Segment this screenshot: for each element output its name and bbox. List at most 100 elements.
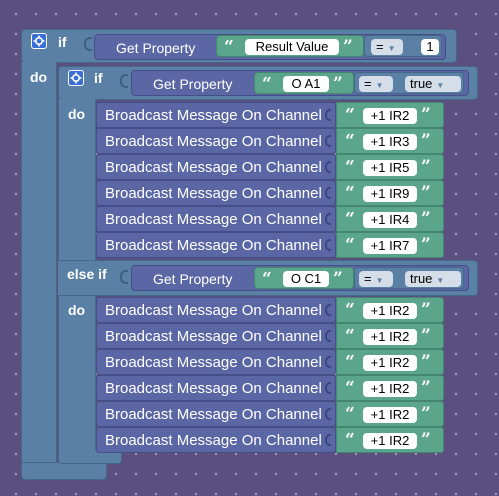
- input-socket: [325, 356, 331, 368]
- broadcast-label: Broadcast Message On Channel: [105, 432, 322, 449]
- broadcast-message-text-10[interactable]: “ +1 IR2”: [336, 375, 444, 401]
- inner-property-name-text-2[interactable]: “ O C1 ”: [254, 267, 354, 289]
- chevron-down-icon: ▼: [375, 81, 384, 90]
- open-quote-icon: “: [262, 269, 272, 289]
- compare-operator-dropdown[interactable]: = ▼: [359, 271, 393, 287]
- open-quote-icon: “: [345, 183, 355, 203]
- message-field[interactable]: +1 IR2: [363, 381, 417, 397]
- outer-property-name-text[interactable]: “ Result Value ”: [216, 35, 364, 57]
- broadcast-block-8[interactable]: Broadcast Message On Channel: [96, 323, 336, 349]
- message-field[interactable]: +1 IR2: [363, 407, 417, 423]
- input-socket: [325, 330, 331, 342]
- broadcast-block-12[interactable]: Broadcast Message On Channel: [96, 427, 336, 453]
- close-quote-icon: ”: [421, 378, 431, 398]
- inner-property-name-text-1[interactable]: “ O A1 ”: [254, 72, 354, 94]
- broadcast-block-4[interactable]: Broadcast Message On Channel: [96, 180, 336, 206]
- outer-if-keyword: if: [58, 34, 67, 50]
- broadcast-label: Broadcast Message On Channel: [105, 133, 322, 150]
- open-quote-icon: “: [345, 105, 355, 125]
- broadcast-message-text-8[interactable]: “ +1 IR2”: [336, 323, 444, 349]
- inner-compare-block-2[interactable]: = ▼ true ▼: [354, 267, 464, 289]
- outer-if-gear-icon[interactable]: [31, 33, 47, 49]
- open-quote-icon: “: [224, 37, 234, 57]
- inner-if-socket: [120, 74, 128, 88]
- compare-value-field[interactable]: 1: [421, 39, 439, 55]
- open-quote-icon: “: [345, 209, 355, 229]
- broadcast-block-11[interactable]: Broadcast Message On Channel: [96, 401, 336, 427]
- value-text: true: [410, 76, 433, 91]
- compare-value-dropdown[interactable]: true ▼: [405, 76, 461, 92]
- message-field[interactable]: +1 IR2: [363, 303, 417, 319]
- message-field[interactable]: +1 IR2: [363, 433, 417, 449]
- broadcast-message-text-6[interactable]: “ +1 IR7”: [336, 232, 444, 258]
- compare-value-dropdown[interactable]: true ▼: [405, 271, 461, 287]
- broadcast-message-text-3[interactable]: “ +1 IR5”: [336, 154, 444, 180]
- chevron-down-icon: ▼: [436, 276, 445, 285]
- input-socket: [325, 408, 331, 420]
- get-property-label: Get Property: [153, 271, 233, 287]
- get-property-label: Get Property: [153, 76, 233, 92]
- inner-compare-block-1[interactable]: = ▼ true ▼: [354, 72, 464, 94]
- inner-if-gear-icon[interactable]: [68, 70, 84, 86]
- close-quote-icon: ”: [343, 37, 353, 57]
- broadcast-label: Broadcast Message On Channel: [105, 185, 322, 202]
- compare-operator-dropdown[interactable]: = ▼: [359, 76, 393, 92]
- message-field[interactable]: +1 IR4: [363, 212, 417, 228]
- close-quote-icon: ”: [421, 300, 431, 320]
- broadcast-message-text-7[interactable]: “ +1 IR2”: [336, 297, 444, 323]
- broadcast-block-9[interactable]: Broadcast Message On Channel: [96, 349, 336, 375]
- outer-compare-block[interactable]: = ▼ 1: [364, 35, 442, 57]
- open-quote-icon: “: [345, 326, 355, 346]
- property-name-field[interactable]: O C1: [283, 271, 329, 287]
- close-quote-icon: ”: [421, 430, 431, 450]
- input-socket: [325, 187, 331, 199]
- operator-value: =: [364, 76, 372, 91]
- broadcast-message-text-2[interactable]: “ +1 IR3”: [336, 128, 444, 154]
- operator-value: =: [364, 271, 372, 286]
- operator-value: =: [376, 39, 384, 54]
- open-quote-icon: “: [345, 352, 355, 372]
- broadcast-label: Broadcast Message On Channel: [105, 302, 322, 319]
- broadcast-message-text-11[interactable]: “ +1 IR2”: [336, 401, 444, 427]
- open-quote-icon: “: [262, 74, 272, 94]
- message-field[interactable]: +1 IR5: [363, 160, 417, 176]
- compare-operator-dropdown[interactable]: = ▼: [371, 39, 403, 55]
- broadcast-block-7[interactable]: Broadcast Message On Channel: [96, 297, 336, 323]
- message-field[interactable]: +1 IR9: [363, 186, 417, 202]
- broadcast-block-3[interactable]: Broadcast Message On Channel: [96, 154, 336, 180]
- input-socket: [325, 239, 331, 251]
- broadcast-message-text-1[interactable]: “ +1 IR2”: [336, 102, 444, 128]
- broadcast-message-text-12[interactable]: “ +1 IR2”: [336, 427, 444, 453]
- close-quote-icon: ”: [333, 74, 343, 94]
- broadcast-block-1[interactable]: Broadcast Message On Channel: [96, 102, 336, 128]
- outer-if-socket: [84, 37, 92, 51]
- broadcast-message-text-5[interactable]: “ +1 IR4”: [336, 206, 444, 232]
- broadcast-message-text-9[interactable]: “ +1 IR2”: [336, 349, 444, 375]
- broadcast-block-6[interactable]: Broadcast Message On Channel: [96, 232, 336, 258]
- outer-if-bottom: [21, 462, 107, 480]
- open-quote-icon: “: [345, 300, 355, 320]
- close-quote-icon: ”: [421, 183, 431, 203]
- open-quote-icon: “: [345, 235, 355, 255]
- message-field[interactable]: +1 IR7: [363, 238, 417, 254]
- broadcast-message-text-4[interactable]: “ +1 IR9”: [336, 180, 444, 206]
- get-property-label: Get Property: [116, 40, 196, 56]
- close-quote-icon: ”: [421, 352, 431, 372]
- broadcast-block-2[interactable]: Broadcast Message On Channel: [96, 128, 336, 154]
- close-quote-icon: ”: [421, 131, 431, 151]
- broadcast-label: Broadcast Message On Channel: [105, 211, 322, 228]
- property-name-field[interactable]: O A1: [283, 76, 329, 92]
- message-field[interactable]: +1 IR2: [363, 329, 417, 345]
- message-field[interactable]: +1 IR3: [363, 134, 417, 150]
- elseif-do-keyword: do: [68, 302, 86, 318]
- blockly-workspace[interactable]: { "outer_if": { "if_label": "if", "do_la…: [0, 0, 499, 496]
- message-field[interactable]: +1 IR2: [363, 108, 417, 124]
- open-quote-icon: “: [345, 378, 355, 398]
- message-field[interactable]: +1 IR2: [363, 355, 417, 371]
- broadcast-block-5[interactable]: Broadcast Message On Channel: [96, 206, 336, 232]
- property-name-field[interactable]: Result Value: [245, 39, 339, 55]
- open-quote-icon: “: [345, 404, 355, 424]
- chevron-down-icon: ▼: [375, 276, 384, 285]
- broadcast-block-10[interactable]: Broadcast Message On Channel: [96, 375, 336, 401]
- input-socket: [325, 135, 331, 147]
